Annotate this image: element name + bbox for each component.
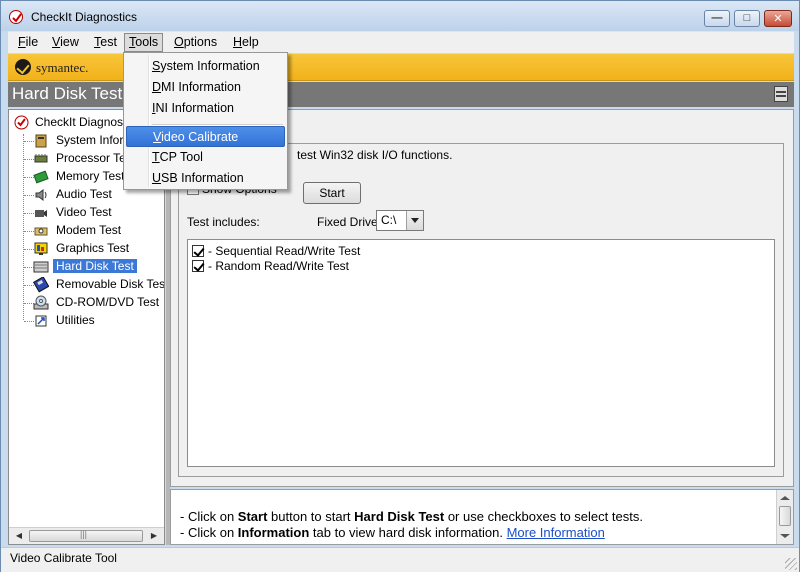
panel-options-icon[interactable] [774,86,788,102]
scrollbar-thumb[interactable] [779,506,791,526]
more-information-link[interactable]: More Information [507,525,605,540]
menu-options[interactable]: Options [170,35,221,49]
menu-bar: File View Test Tools Options Help [8,31,794,53]
tools-menu-dropdown: System Information DMI Information INI Inf… [123,52,288,190]
checkit-icon [14,115,30,131]
status-bar: Video Calibrate Tool [1,547,799,572]
scroll-up-icon[interactable] [780,496,790,500]
graphics-icon [33,241,49,257]
symantec-logo-icon [15,59,31,75]
test-list: - Sequential Read/Write Test - Random Re… [187,239,775,467]
menu-view[interactable]: View [48,35,83,49]
window-title: CheckIt Diagnostics [31,10,138,24]
drive-select[interactable]: C:\ [376,210,424,231]
tree-item-label: Hard Disk Test [53,259,137,273]
menu-item-label: Video Calibrate [153,130,239,144]
tree-item-label: Utilities [56,313,95,327]
menu-item-label: DMI Information [152,80,241,94]
maximize-button[interactable]: □ [734,10,760,27]
tree-item-label: Memory Test [56,169,125,183]
menu-item-usb-information[interactable]: USB Information [126,168,285,189]
menu-file[interactable]: File [14,35,42,49]
info-panel: - Click on Start button to start Hard Di… [170,489,794,545]
modem-icon [33,223,49,239]
close-icon: ✕ [773,13,783,25]
page-title: Hard Disk Test [12,84,123,103]
menu-item-system-information[interactable]: System Information [126,56,285,77]
app-window: CheckIt Diagnostics — □ ✕ File View Test… [0,0,800,572]
menu-item-ini-information[interactable]: INI Information [126,98,285,119]
tree-item-label: Modem Test [56,223,122,237]
tree-item-label: Graphics Test [56,241,130,255]
menu-tools[interactable]: Tools [124,33,164,52]
tree-item-label: Removable Disk Test [56,277,165,291]
test-checkbox[interactable] [192,260,204,272]
tree-horizontal-scrollbar[interactable]: ◀ ▶ [9,527,164,544]
test-groupbox: test Win32 disk I/O functions. Show Opti… [178,143,784,477]
test-checkbox[interactable] [192,245,204,257]
menu-item-dmi-information[interactable]: DMI Information [126,77,285,98]
speaker-icon [33,187,49,203]
cd-rom-icon [33,295,49,311]
info-vertical-scrollbar[interactable] [776,490,793,544]
video-camera-icon [33,205,49,221]
scrollbar-thumb[interactable] [29,529,143,542]
system-info-icon [33,133,49,149]
checkit-app-icon [9,10,23,24]
menu-item-label: USB Information [152,171,244,185]
menu-help[interactable]: Help [229,35,263,49]
test-description: test Win32 disk I/O functions. [297,148,453,162]
floppy-disk-icon [32,276,50,293]
tree-connector [23,134,24,320]
scroll-left-icon[interactable]: ◀ [11,529,27,543]
maximize-icon: □ [743,12,751,24]
close-button[interactable]: ✕ [764,10,792,27]
resize-grip-icon[interactable] [785,558,797,570]
menu-item-video-calibrate[interactable]: Video Calibrate [126,126,285,147]
tree-item-label: CD-ROM/DVD Test [56,295,160,309]
start-button[interactable]: Start [303,182,361,204]
tree-item-label: Audio Test [56,187,112,201]
title-bar[interactable]: CheckIt Diagnostics — □ ✕ [1,1,799,31]
menu-item-tcp-tool[interactable]: TCP Tool [126,147,285,168]
chevron-down-icon[interactable] [406,211,423,230]
utilities-icon [33,313,49,329]
menu-item-label: INI Information [152,101,234,115]
memory-icon [33,169,49,185]
info-line-information: - Click on Information tab to view hard … [180,525,605,540]
tree-item-label: Video Test [56,205,112,219]
hard-disk-icon [33,259,49,275]
minimize-icon: — [711,12,723,24]
menu-item-label: TCP Tool [152,150,203,164]
minimize-button[interactable]: — [704,10,730,27]
menu-item-label: System Information [152,59,260,73]
info-line-start: - Click on Start button to start Hard Di… [180,509,643,524]
scroll-down-icon[interactable] [780,534,790,538]
drive-value: C:\ [381,213,397,227]
fixed-drive-label: Fixed Drive [317,215,378,229]
menu-test[interactable]: Test [90,35,121,49]
brand-text: symantec. [36,60,89,75]
processor-icon [33,151,49,167]
status-text: Video Calibrate Tool [10,551,117,565]
menu-separator [152,124,283,126]
test-includes-label: Test includes: [187,215,260,229]
scroll-right-icon[interactable]: ▶ [146,529,162,543]
